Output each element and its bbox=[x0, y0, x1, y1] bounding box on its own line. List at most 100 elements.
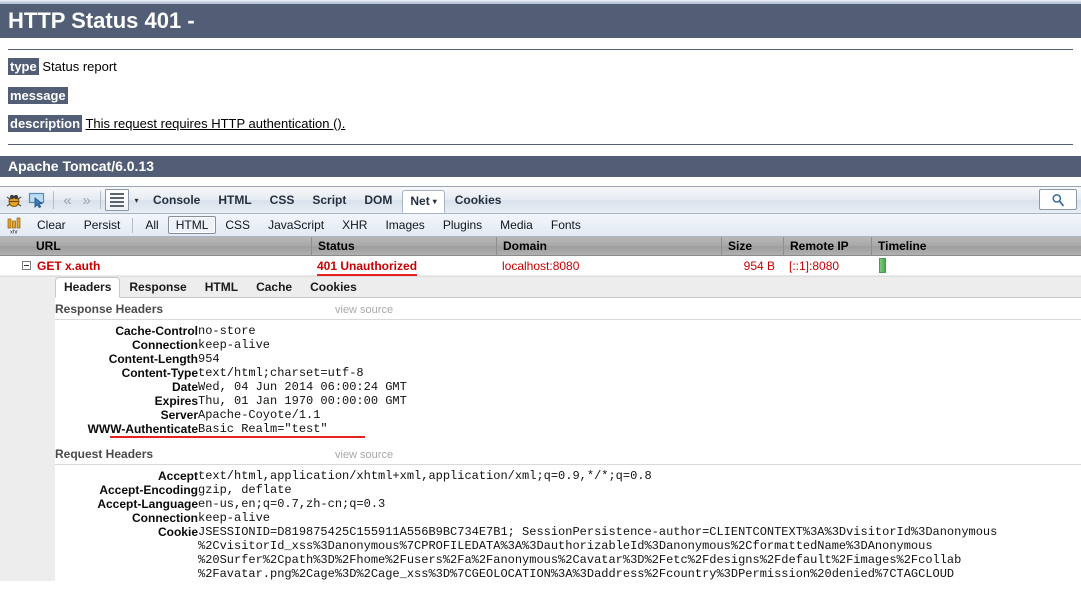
response-headers-section-title: Response Headers view source bbox=[55, 298, 1081, 320]
timeline-bar bbox=[879, 257, 886, 273]
header-row: Accept text/html,application/xhtml+xml,a… bbox=[55, 469, 1081, 483]
header-name: Connection bbox=[132, 511, 198, 525]
column-header-url[interactable]: URL bbox=[0, 237, 311, 256]
tab-cookies[interactable]: Cookies bbox=[447, 190, 510, 211]
header-value: Wed, 04 Jun 2014 06:00:24 GMT bbox=[198, 380, 407, 394]
header-value: Basic Realm="test" bbox=[198, 422, 328, 436]
response-headers-table: Cache-Control no-store Connection keep-a… bbox=[55, 324, 1081, 436]
firebug-bug-icon[interactable] bbox=[3, 190, 25, 211]
filter-fonts[interactable]: Fonts bbox=[542, 217, 590, 233]
header-name: Content-Type bbox=[121, 366, 198, 380]
detail-subtab-bar: Headers Response HTML Cache Cookies bbox=[55, 277, 1081, 298]
table-row[interactable]: GET x.auth 401 Unauthorized localhost:80… bbox=[0, 256, 1081, 276]
header-row: Connection keep-alive bbox=[55, 338, 1081, 352]
subtab-cache[interactable]: Cache bbox=[247, 278, 301, 297]
request-headers-table: Accept text/html,application/xhtml+xml,a… bbox=[55, 469, 1081, 581]
header-row: Content-Length 954 bbox=[55, 352, 1081, 366]
filter-images[interactable]: Images bbox=[376, 217, 433, 233]
row-size-cell: 954 B bbox=[743, 258, 775, 273]
row-status-cell: 401 Unauthorized bbox=[311, 256, 496, 276]
firebug-panel: « » ▾ Console HTML CSS Script DOM Net ▾ C… bbox=[0, 186, 1081, 611]
header-name: Cache-Control bbox=[115, 324, 198, 338]
clear-button[interactable]: Clear bbox=[28, 217, 75, 233]
search-icon[interactable] bbox=[1039, 189, 1077, 210]
tab-net-label: Net bbox=[410, 193, 430, 208]
row-timeline-cell bbox=[871, 256, 1081, 276]
header-value: gzip, deflate bbox=[198, 483, 292, 497]
info-row-message: message bbox=[8, 86, 1073, 104]
tab-net[interactable]: Net ▾ bbox=[402, 189, 445, 213]
menu-icon[interactable] bbox=[105, 189, 129, 211]
header-row-cookie: Cookie JSESSIONID=D819875425C155911A556B… bbox=[55, 525, 1081, 581]
collapse-toggle-icon[interactable] bbox=[22, 261, 31, 270]
header-value: en-us,en;q=0.7,zh-cn;q=0.3 bbox=[198, 497, 386, 511]
nav-back-icon[interactable]: « bbox=[58, 190, 77, 211]
tab-console[interactable]: Console bbox=[145, 190, 208, 211]
header-name: Cookie bbox=[157, 525, 198, 539]
firebug-toolbar: « » ▾ Console HTML CSS Script DOM Net ▾ C… bbox=[0, 187, 1081, 214]
tab-css[interactable]: CSS bbox=[262, 190, 303, 211]
tab-script[interactable]: Script bbox=[304, 190, 354, 211]
info-label-message: message bbox=[8, 86, 68, 104]
header-name: Expires bbox=[154, 394, 198, 408]
column-header-domain[interactable]: Domain bbox=[496, 236, 721, 256]
tab-html[interactable]: HTML bbox=[210, 190, 259, 211]
header-name: Connection bbox=[132, 338, 198, 352]
subtab-response[interactable]: Response bbox=[120, 278, 195, 297]
header-row: Expires Thu, 01 Jan 1970 00:00:00 GMT bbox=[55, 394, 1081, 408]
response-headers-label: Response Headers bbox=[55, 302, 164, 316]
xhr-icon[interactable]: xhr bbox=[4, 216, 24, 234]
column-header-size[interactable]: Size bbox=[721, 236, 783, 256]
divider-bottom bbox=[8, 144, 1073, 146]
svg-text:xhr: xhr bbox=[10, 230, 18, 235]
row-domain-cell: localhost:8080 bbox=[502, 258, 580, 273]
info-row-type: type Status report bbox=[8, 58, 1073, 76]
filter-xhr[interactable]: XHR bbox=[333, 217, 376, 233]
filter-javascript[interactable]: JavaScript bbox=[259, 217, 333, 233]
column-header-status[interactable]: Status bbox=[311, 236, 496, 256]
header-value: text/html,application/xhtml+xml,applicat… bbox=[198, 469, 652, 483]
header-row: Accept-Language en-us,en;q=0.7,zh-cn;q=0… bbox=[55, 497, 1081, 511]
header-name: Accept bbox=[157, 469, 198, 483]
nav-forward-icon[interactable]: » bbox=[77, 190, 96, 211]
inspect-icon[interactable] bbox=[26, 190, 48, 211]
header-name: Accept-Encoding bbox=[99, 483, 198, 497]
chevron-down-icon[interactable]: ▾ bbox=[129, 189, 144, 211]
header-name: WWW-Authenticate bbox=[87, 422, 198, 436]
subtab-headers[interactable]: Headers bbox=[55, 277, 121, 298]
persist-button[interactable]: Persist bbox=[75, 217, 130, 233]
filter-html[interactable]: HTML bbox=[167, 216, 217, 234]
header-value: Apache-Coyote/1.1 bbox=[198, 408, 321, 422]
header-name: Accept-Language bbox=[97, 497, 198, 511]
response-view-source-link[interactable]: view source bbox=[335, 304, 393, 316]
filter-plugins[interactable]: Plugins bbox=[434, 217, 491, 233]
header-row: Content-Type text/html;charset=utf-8 bbox=[55, 366, 1081, 380]
header-value: 954 bbox=[198, 352, 220, 366]
header-row: Server Apache-Coyote/1.1 bbox=[55, 408, 1081, 422]
header-row: Cache-Control no-store bbox=[55, 324, 1081, 338]
filter-media[interactable]: Media bbox=[491, 217, 542, 233]
info-row-description: description This request requires HTTP a… bbox=[8, 114, 1073, 132]
row-url-label: GET x.auth bbox=[37, 258, 101, 273]
header-value: JSESSIONID=D819875425C155911A556B9BC734E… bbox=[198, 525, 998, 581]
row-url-cell[interactable]: GET x.auth bbox=[0, 256, 311, 276]
info-value-type: Status report bbox=[42, 59, 117, 75]
header-value: no-store bbox=[198, 324, 256, 338]
column-header-remote-ip[interactable]: Remote IP bbox=[783, 236, 871, 256]
row-remote-ip-cell: [::1]:8080 bbox=[789, 258, 840, 273]
info-value-description: This request requires HTTP authenticatio… bbox=[85, 115, 346, 131]
subtab-cookies[interactable]: Cookies bbox=[301, 278, 366, 297]
header-name: Content-Length bbox=[108, 352, 198, 366]
request-detail-panel: Headers Response HTML Cache Cookies Resp… bbox=[0, 276, 1081, 581]
filter-all[interactable]: All bbox=[136, 217, 167, 233]
tab-net-chevron-down-icon[interactable]: ▾ bbox=[433, 197, 437, 206]
header-name: Server bbox=[160, 408, 198, 422]
filter-css[interactable]: CSS bbox=[216, 217, 259, 233]
net-table-header: URL Status Domain Size Remote IP Timelin… bbox=[0, 236, 1081, 256]
column-header-timeline[interactable]: Timeline bbox=[871, 236, 1081, 256]
tab-dom[interactable]: DOM bbox=[356, 190, 400, 211]
status-badge: 401 Unauthorized bbox=[317, 258, 418, 273]
subtab-html[interactable]: HTML bbox=[196, 278, 247, 297]
page-title: HTTP Status 401 - bbox=[0, 4, 1081, 39]
request-view-source-link[interactable]: view source bbox=[335, 449, 393, 461]
